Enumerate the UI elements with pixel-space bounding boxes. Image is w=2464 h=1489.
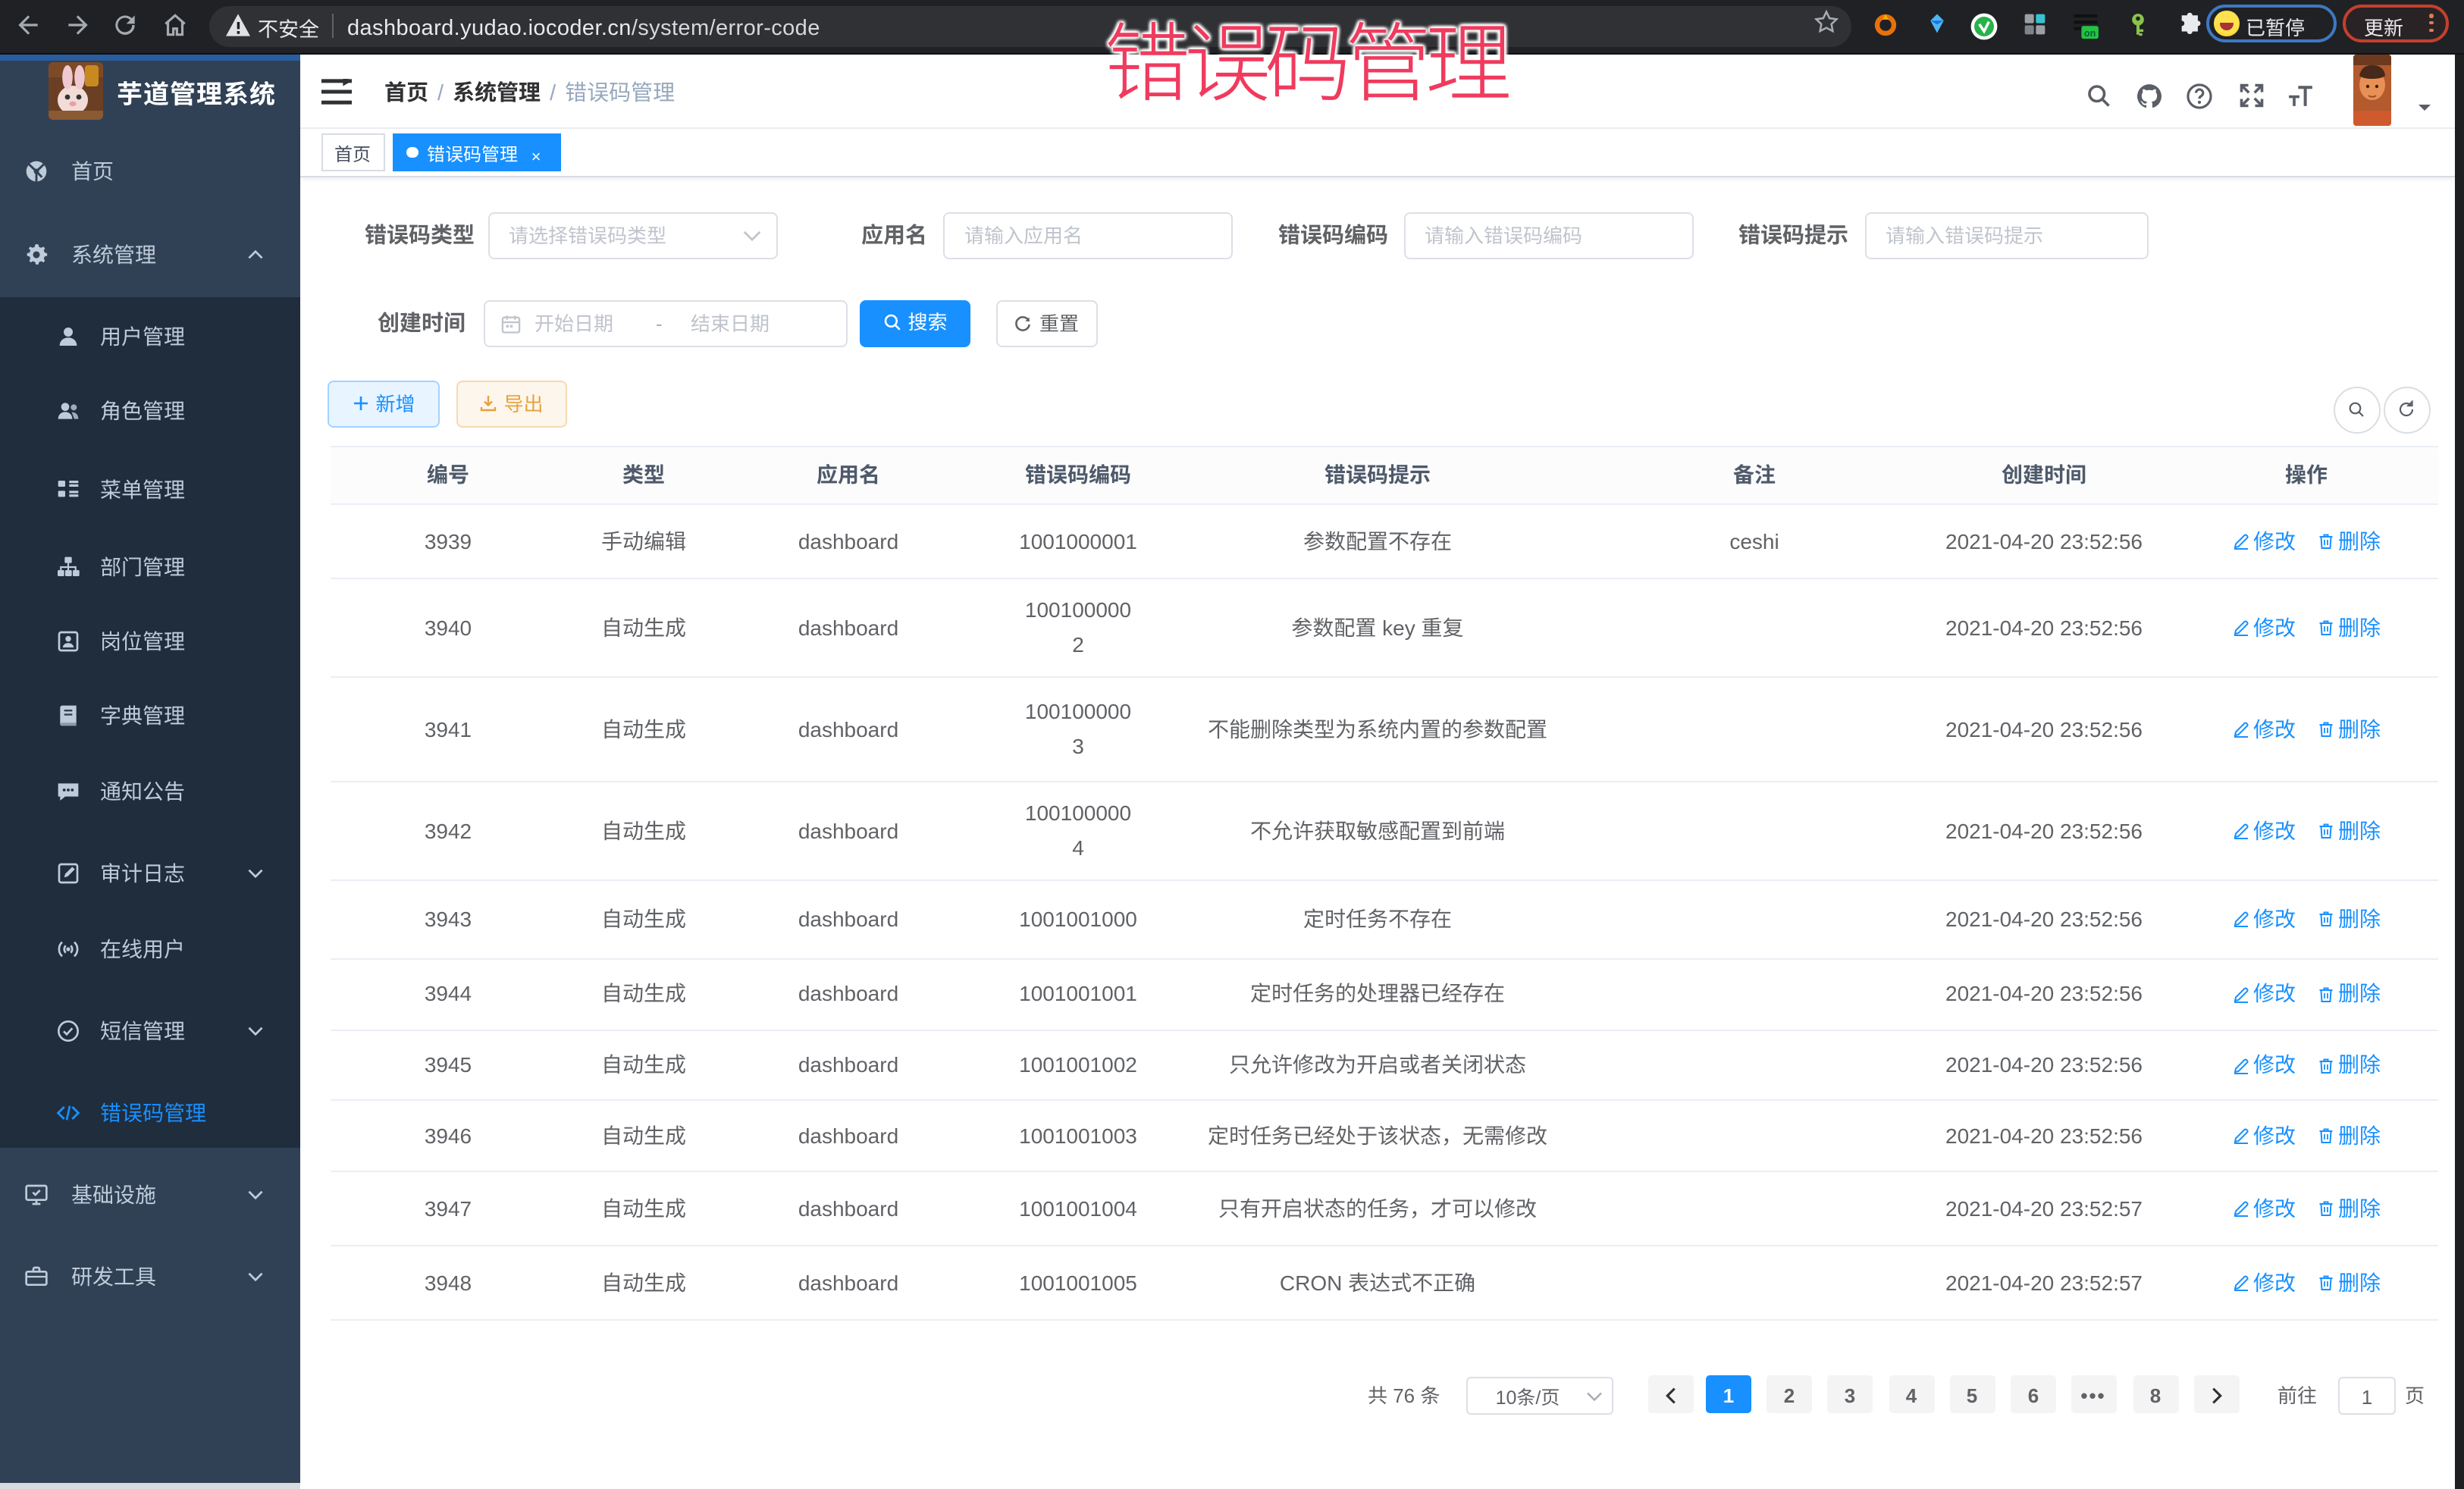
svg-text:on: on	[2084, 28, 2096, 39]
